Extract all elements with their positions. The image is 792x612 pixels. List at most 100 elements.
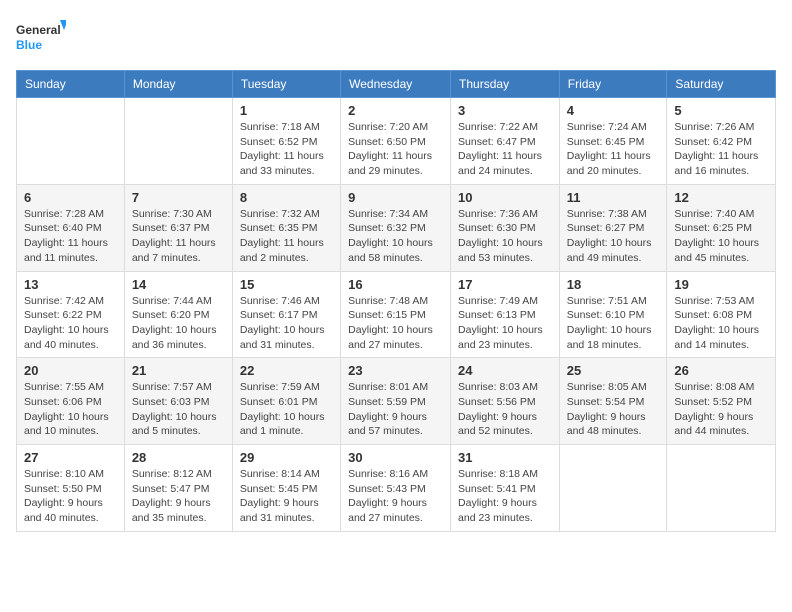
- calendar-cell: 3 Sunrise: 7:22 AM Sunset: 6:47 PM Daylig…: [451, 98, 560, 185]
- day-info: Sunrise: 8:12 AM Sunset: 5:47 PM Dayligh…: [132, 467, 225, 526]
- calendar-cell: 31 Sunrise: 8:18 AM Sunset: 5:41 PM Dayli…: [451, 445, 560, 532]
- day-number: 9: [348, 190, 443, 205]
- day-info: Sunrise: 7:22 AM Sunset: 6:47 PM Dayligh…: [458, 120, 552, 179]
- day-info: Sunrise: 8:05 AM Sunset: 5:54 PM Dayligh…: [567, 380, 660, 439]
- day-info: Sunrise: 7:36 AM Sunset: 6:30 PM Dayligh…: [458, 207, 552, 266]
- calendar-cell: 13 Sunrise: 7:42 AM Sunset: 6:22 PM Dayli…: [17, 271, 125, 358]
- day-info: Sunrise: 7:48 AM Sunset: 6:15 PM Dayligh…: [348, 294, 443, 353]
- calendar-week-row: 27 Sunrise: 8:10 AM Sunset: 5:50 PM Dayli…: [17, 445, 776, 532]
- day-info: Sunrise: 7:44 AM Sunset: 6:20 PM Dayligh…: [132, 294, 225, 353]
- day-info: Sunrise: 7:34 AM Sunset: 6:32 PM Dayligh…: [348, 207, 443, 266]
- day-info: Sunrise: 8:14 AM Sunset: 5:45 PM Dayligh…: [240, 467, 333, 526]
- day-info: Sunrise: 7:24 AM Sunset: 6:45 PM Dayligh…: [567, 120, 660, 179]
- day-info: Sunrise: 7:53 AM Sunset: 6:08 PM Dayligh…: [674, 294, 768, 353]
- weekday-header-row: SundayMondayTuesdayWednesdayThursdayFrid…: [17, 71, 776, 98]
- day-number: 25: [567, 363, 660, 378]
- day-number: 4: [567, 103, 660, 118]
- day-number: 2: [348, 103, 443, 118]
- day-info: Sunrise: 7:18 AM Sunset: 6:52 PM Dayligh…: [240, 120, 333, 179]
- calendar-cell: [17, 98, 125, 185]
- calendar-cell: 18Sunrise: 7:51 AM Sunset: 6:10 PM Dayli…: [559, 271, 667, 358]
- day-number: 11: [567, 190, 660, 205]
- calendar-cell: 22 Sunrise: 7:59 AM Sunset: 6:01 PM Dayli…: [232, 358, 340, 445]
- day-info: Sunrise: 7:59 AM Sunset: 6:01 PM Dayligh…: [240, 380, 333, 439]
- calendar-cell: 1 Sunrise: 7:18 AM Sunset: 6:52 PM Daylig…: [232, 98, 340, 185]
- calendar-cell: 26 Sunrise: 8:08 AM Sunset: 5:52 PM Dayli…: [667, 358, 776, 445]
- calendar-cell: 5Sunrise: 7:26 AM Sunset: 6:42 PM Daylig…: [667, 98, 776, 185]
- calendar-cell: 19 Sunrise: 7:53 AM Sunset: 6:08 PM Dayli…: [667, 271, 776, 358]
- day-info: Sunrise: 8:03 AM Sunset: 5:56 PM Dayligh…: [458, 380, 552, 439]
- day-info: Sunrise: 7:38 AM Sunset: 6:27 PM Dayligh…: [567, 207, 660, 266]
- day-info: Sunrise: 8:08 AM Sunset: 5:52 PM Dayligh…: [674, 380, 768, 439]
- day-number: 31: [458, 450, 552, 465]
- calendar-cell: 15Sunrise: 7:46 AM Sunset: 6:17 PM Dayli…: [232, 271, 340, 358]
- day-number: 6: [24, 190, 117, 205]
- calendar-cell: 30 Sunrise: 8:16 AM Sunset: 5:43 PM Dayli…: [341, 445, 451, 532]
- day-info: Sunrise: 7:42 AM Sunset: 6:22 PM Dayligh…: [24, 294, 117, 353]
- day-number: 3: [458, 103, 552, 118]
- day-info: Sunrise: 7:30 AM Sunset: 6:37 PM Dayligh…: [132, 207, 225, 266]
- calendar-cell: 23Sunrise: 8:01 AM Sunset: 5:59 PM Dayli…: [341, 358, 451, 445]
- day-number: 15: [240, 277, 333, 292]
- calendar-cell: 27 Sunrise: 8:10 AM Sunset: 5:50 PM Dayli…: [17, 445, 125, 532]
- calendar-cell: 6Sunrise: 7:28 AM Sunset: 6:40 PM Daylig…: [17, 184, 125, 271]
- day-number: 26: [674, 363, 768, 378]
- calendar-cell: 14 Sunrise: 7:44 AM Sunset: 6:20 PM Dayli…: [124, 271, 232, 358]
- page-header: General Blue: [16, 16, 776, 58]
- weekday-header: Monday: [124, 71, 232, 98]
- calendar-week-row: 6Sunrise: 7:28 AM Sunset: 6:40 PM Daylig…: [17, 184, 776, 271]
- svg-text:General: General: [16, 23, 61, 37]
- day-info: Sunrise: 8:16 AM Sunset: 5:43 PM Dayligh…: [348, 467, 443, 526]
- day-number: 24: [458, 363, 552, 378]
- calendar-cell: 8Sunrise: 7:32 AM Sunset: 6:35 PM Daylig…: [232, 184, 340, 271]
- calendar-week-row: 20 Sunrise: 7:55 AM Sunset: 6:06 PM Dayli…: [17, 358, 776, 445]
- calendar-cell: 16 Sunrise: 7:48 AM Sunset: 6:15 PM Dayli…: [341, 271, 451, 358]
- day-number: 20: [24, 363, 117, 378]
- calendar-cell: 17Sunrise: 7:49 AM Sunset: 6:13 PM Dayli…: [451, 271, 560, 358]
- calendar-week-row: 13 Sunrise: 7:42 AM Sunset: 6:22 PM Dayli…: [17, 271, 776, 358]
- calendar-cell: 4 Sunrise: 7:24 AM Sunset: 6:45 PM Daylig…: [559, 98, 667, 185]
- day-info: Sunrise: 7:55 AM Sunset: 6:06 PM Dayligh…: [24, 380, 117, 439]
- day-number: 16: [348, 277, 443, 292]
- svg-text:Blue: Blue: [16, 38, 42, 52]
- day-info: Sunrise: 7:32 AM Sunset: 6:35 PM Dayligh…: [240, 207, 333, 266]
- weekday-header: Sunday: [17, 71, 125, 98]
- calendar-cell: 24 Sunrise: 8:03 AM Sunset: 5:56 PM Dayli…: [451, 358, 560, 445]
- day-number: 10: [458, 190, 552, 205]
- day-number: 19: [674, 277, 768, 292]
- day-info: Sunrise: 7:57 AM Sunset: 6:03 PM Dayligh…: [132, 380, 225, 439]
- weekday-header: Thursday: [451, 71, 560, 98]
- day-number: 12: [674, 190, 768, 205]
- day-info: Sunrise: 8:18 AM Sunset: 5:41 PM Dayligh…: [458, 467, 552, 526]
- day-info: Sunrise: 8:10 AM Sunset: 5:50 PM Dayligh…: [24, 467, 117, 526]
- day-number: 22: [240, 363, 333, 378]
- day-number: 28: [132, 450, 225, 465]
- day-number: 27: [24, 450, 117, 465]
- weekday-header: Tuesday: [232, 71, 340, 98]
- calendar-cell: 11 Sunrise: 7:38 AM Sunset: 6:27 PM Dayli…: [559, 184, 667, 271]
- calendar-cell: 10 Sunrise: 7:36 AM Sunset: 6:30 PM Dayli…: [451, 184, 560, 271]
- weekday-header: Saturday: [667, 71, 776, 98]
- calendar-cell: 29Sunrise: 8:14 AM Sunset: 5:45 PM Dayli…: [232, 445, 340, 532]
- day-info: Sunrise: 7:40 AM Sunset: 6:25 PM Dayligh…: [674, 207, 768, 266]
- day-number: 30: [348, 450, 443, 465]
- logo: General Blue: [16, 16, 66, 58]
- calendar-cell: [667, 445, 776, 532]
- day-info: Sunrise: 7:51 AM Sunset: 6:10 PM Dayligh…: [567, 294, 660, 353]
- calendar-week-row: 1 Sunrise: 7:18 AM Sunset: 6:52 PM Daylig…: [17, 98, 776, 185]
- day-number: 1: [240, 103, 333, 118]
- weekday-header: Wednesday: [341, 71, 451, 98]
- day-info: Sunrise: 7:49 AM Sunset: 6:13 PM Dayligh…: [458, 294, 552, 353]
- calendar-table: SundayMondayTuesdayWednesdayThursdayFrid…: [16, 70, 776, 532]
- calendar-cell: 25 Sunrise: 8:05 AM Sunset: 5:54 PM Dayli…: [559, 358, 667, 445]
- day-info: Sunrise: 7:20 AM Sunset: 6:50 PM Dayligh…: [348, 120, 443, 179]
- calendar-cell: 21Sunrise: 7:57 AM Sunset: 6:03 PM Dayli…: [124, 358, 232, 445]
- day-number: 5: [674, 103, 768, 118]
- calendar-cell: 20 Sunrise: 7:55 AM Sunset: 6:06 PM Dayli…: [17, 358, 125, 445]
- calendar-cell: 7Sunrise: 7:30 AM Sunset: 6:37 PM Daylig…: [124, 184, 232, 271]
- calendar-cell: 9 Sunrise: 7:34 AM Sunset: 6:32 PM Daylig…: [341, 184, 451, 271]
- calendar-cell: 28 Sunrise: 8:12 AM Sunset: 5:47 PM Dayli…: [124, 445, 232, 532]
- day-info: Sunrise: 8:01 AM Sunset: 5:59 PM Dayligh…: [348, 380, 443, 439]
- day-number: 14: [132, 277, 225, 292]
- day-number: 13: [24, 277, 117, 292]
